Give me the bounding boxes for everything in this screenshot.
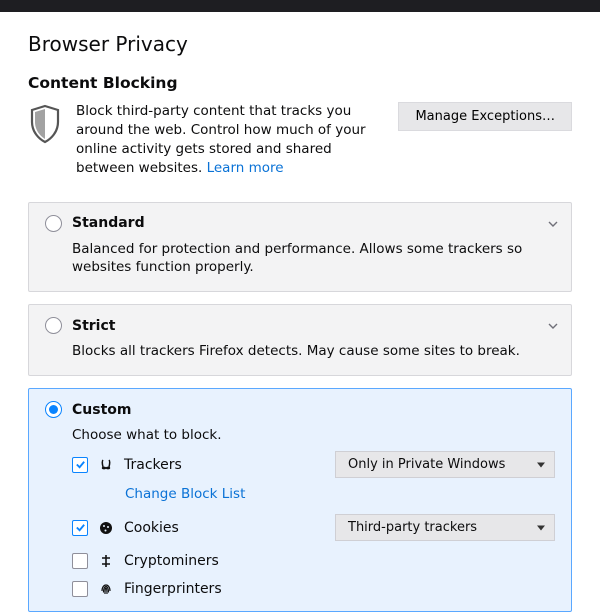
trackers-label: Trackers (124, 457, 182, 473)
mode-custom-title: Custom (72, 402, 131, 418)
mode-strict-card[interactable]: Strict Blocks all trackers Firefox detec… (28, 304, 572, 376)
chevron-down-icon (547, 317, 559, 336)
trackers-row: Trackers Only in Private Windows (72, 451, 555, 478)
content-blocking-description: Block third-party content that tracks yo… (76, 102, 384, 178)
trackers-select[interactable]: Only in Private Windows (335, 451, 555, 478)
mode-standard-card[interactable]: Standard Balanced for protection and per… (28, 202, 572, 293)
mode-custom-radio[interactable] (45, 401, 62, 418)
cookies-row: Cookies Third-party trackers (72, 514, 555, 541)
cryptominers-icon (98, 553, 114, 569)
fingerprinters-label: Fingerprinters (124, 581, 222, 597)
chevron-down-icon (547, 215, 559, 234)
cookies-label: Cookies (124, 520, 179, 536)
window-titlebar (0, 0, 600, 12)
cryptominers-label: Cryptominers (124, 553, 219, 569)
mode-standard-radio[interactable] (45, 215, 62, 232)
trackers-icon (98, 457, 114, 473)
learn-more-link[interactable]: Learn more (207, 160, 284, 176)
trackers-checkbox[interactable] (72, 457, 88, 473)
mode-custom-card[interactable]: Custom Choose what to block. Trackers On… (28, 388, 572, 612)
fingerprinters-checkbox[interactable] (72, 581, 88, 597)
mode-standard-title: Standard (72, 215, 145, 231)
mode-standard-desc: Balanced for protection and performance.… (72, 240, 555, 278)
mode-strict-title: Strict (72, 318, 115, 334)
cookies-select[interactable]: Third-party trackers (335, 514, 555, 541)
cryptominers-row: Cryptominers (72, 553, 555, 569)
mode-strict-radio[interactable] (45, 317, 62, 334)
content-blocking-header: Block third-party content that tracks yo… (28, 102, 572, 178)
change-block-list-link[interactable]: Change Block List (125, 486, 555, 502)
mode-custom-desc: Choose what to block. (72, 426, 555, 445)
fingerprint-icon (98, 581, 114, 597)
mode-strict-desc: Blocks all trackers Firefox detects. May… (72, 342, 555, 361)
cryptominers-checkbox[interactable] (72, 553, 88, 569)
content-blocking-heading: Content Blocking (28, 74, 572, 92)
cookie-icon (98, 520, 114, 536)
fingerprinters-row: Fingerprinters (72, 581, 555, 597)
cookies-checkbox[interactable] (72, 520, 88, 536)
manage-exceptions-button[interactable]: Manage Exceptions… (398, 102, 572, 131)
page-title: Browser Privacy (28, 32, 572, 56)
shield-icon (28, 104, 62, 148)
